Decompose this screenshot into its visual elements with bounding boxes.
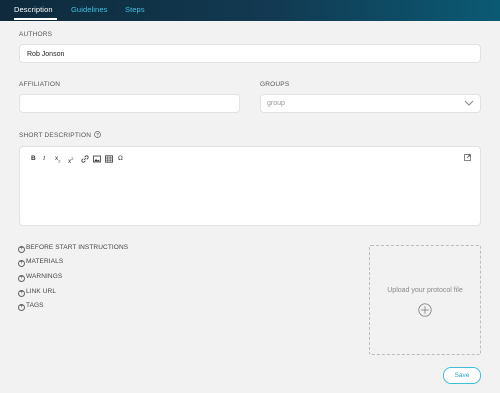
expand-plus-icon: + bbox=[18, 290, 25, 297]
link-icon[interactable] bbox=[81, 155, 89, 163]
expand-plus-icon: + bbox=[18, 304, 25, 311]
upload-dropzone[interactable]: Upload your protocol file bbox=[369, 245, 481, 355]
expand-plus-icon: + bbox=[18, 246, 25, 253]
active-tab-indicator bbox=[14, 18, 57, 20]
chevron-down-icon bbox=[464, 100, 474, 106]
authors-input[interactable]: Rob Jonson bbox=[19, 44, 481, 63]
save-button[interactable]: Save bbox=[443, 367, 481, 384]
section-materials[interactable]: + MATERIALS bbox=[18, 258, 63, 267]
upload-label: Upload your protocol file bbox=[387, 287, 463, 294]
image-icon[interactable] bbox=[93, 155, 101, 163]
help-circle-icon[interactable] bbox=[94, 131, 102, 138]
special-character-button[interactable]: Ω bbox=[118, 155, 123, 163]
top-nav-bar: Description Guidelines Steps bbox=[0, 0, 500, 21]
groups-label: GROUPS bbox=[260, 81, 290, 88]
tab-steps[interactable]: Steps bbox=[125, 5, 145, 14]
short-description-editor[interactable]: B I x2 x2 Ω bbox=[19, 146, 481, 226]
expand-plus-icon: + bbox=[18, 275, 25, 282]
tab-description[interactable]: Description bbox=[14, 5, 53, 14]
affiliation-input[interactable] bbox=[19, 94, 240, 113]
bold-button[interactable]: B bbox=[31, 155, 36, 163]
section-label: MATERIALS bbox=[26, 258, 64, 265]
italic-button[interactable]: I bbox=[43, 155, 45, 163]
table-icon[interactable] bbox=[105, 155, 113, 163]
section-link-url[interactable]: + LINK URL bbox=[18, 288, 56, 297]
section-label: LINK URL bbox=[26, 288, 57, 295]
groups-select[interactable]: group bbox=[260, 94, 481, 113]
expand-plus-icon: + bbox=[18, 260, 25, 267]
subscript-button[interactable]: x2 bbox=[55, 155, 60, 165]
section-before-start-instructions[interactable]: + BEFORE START INSTRUCTIONS bbox=[18, 244, 128, 253]
section-warnings[interactable]: + WARNINGS bbox=[18, 273, 62, 282]
short-description-label: SHORT DESCRIPTION bbox=[19, 131, 102, 139]
superscript-mark: 2 bbox=[71, 156, 74, 161]
affiliation-label: AFFILIATION bbox=[19, 81, 61, 88]
authors-label: AUTHORS bbox=[19, 31, 53, 38]
subscript-mark: 2 bbox=[58, 158, 61, 164]
authors-value: Rob Jonson bbox=[27, 51, 65, 58]
section-label: WARNINGS bbox=[26, 273, 63, 280]
groups-selected-value: group bbox=[267, 100, 285, 107]
maximize-icon[interactable] bbox=[464, 154, 471, 161]
section-tags[interactable]: + TAGS bbox=[18, 302, 44, 311]
superscript-button[interactable]: x2 bbox=[68, 155, 73, 166]
section-label: TAGS bbox=[26, 302, 44, 309]
add-circle-icon[interactable] bbox=[418, 303, 432, 317]
short-description-label-text: SHORT DESCRIPTION bbox=[19, 132, 92, 139]
tab-guidelines[interactable]: Guidelines bbox=[71, 5, 107, 14]
section-label: BEFORE START INSTRUCTIONS bbox=[26, 244, 129, 251]
